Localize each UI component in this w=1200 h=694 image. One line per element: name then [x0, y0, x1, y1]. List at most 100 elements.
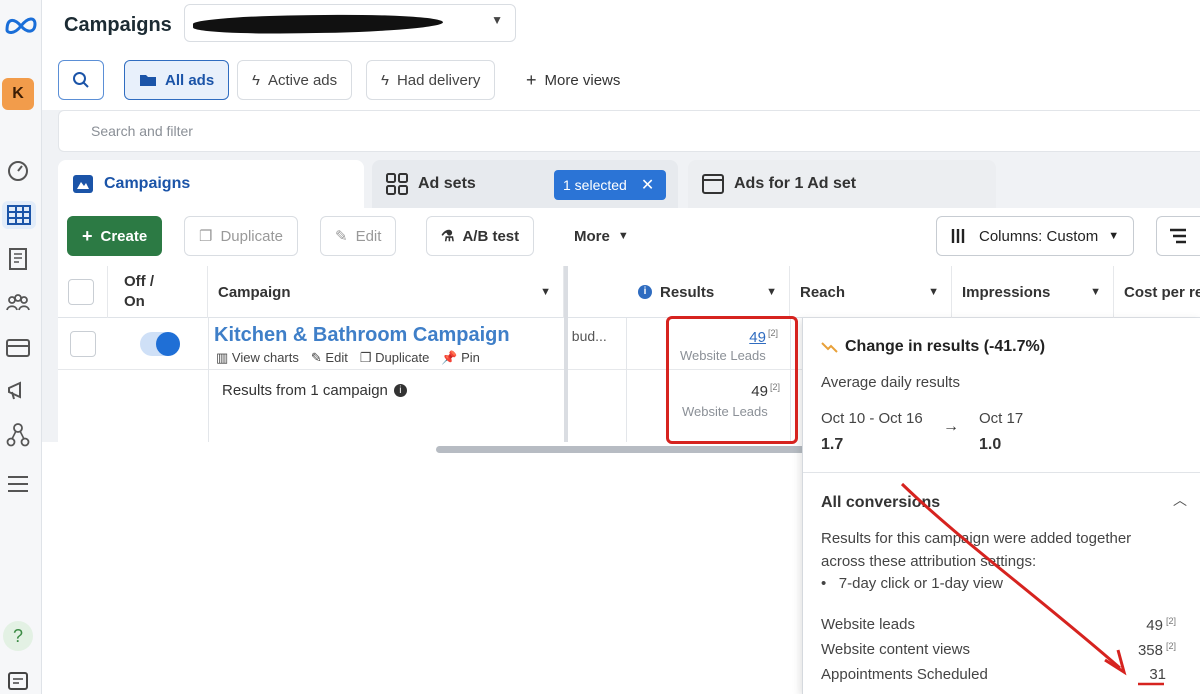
col-impressions-label: Impressions — [962, 283, 1051, 301]
audiences-icon[interactable] — [4, 289, 32, 317]
reports-icon[interactable] — [4, 245, 32, 273]
chevron-up-icon[interactable]: ︿ — [1173, 490, 1187, 510]
meta-logo-icon[interactable] — [4, 14, 38, 36]
edit-button[interactable]: ✎ Edit — [320, 216, 397, 256]
plus-icon: + — [526, 69, 537, 90]
campaign-flag-icon — [73, 175, 93, 193]
row-pin-label: Pin — [461, 350, 480, 365]
table-header-row: Off / On Campaign ▼ i Results ▼ Reach ▼ … — [58, 266, 1200, 318]
view-had-delivery-label: Had delivery — [396, 71, 481, 89]
conversion-note: [2] — [1165, 616, 1176, 626]
selection-chip[interactable]: 1 selected ✕ — [554, 170, 666, 200]
trend-down-icon — [821, 342, 838, 353]
flask-icon: ⚗ — [441, 228, 455, 245]
campaign-row-actions: ▥ View charts ✎ Edit ❐ Duplicate 📌 Pin — [216, 350, 480, 366]
duplicate-icon: ❐ — [359, 350, 372, 365]
duplicate-button[interactable]: ❐ Duplicate — [184, 216, 298, 256]
billing-card-icon[interactable] — [4, 334, 32, 362]
summary-label: Results from 1 campaign i — [222, 382, 407, 399]
selection-chip-label: 1 selected — [563, 177, 627, 193]
conversion-label: Website leads — [821, 616, 915, 633]
caret-down-icon: ▼ — [540, 286, 551, 298]
more-views-label: More views — [544, 71, 621, 89]
conversion-row: Appointments Scheduled 31 — [821, 666, 1176, 683]
row-edit-label: Edit — [325, 350, 348, 365]
ads-manager-table-icon[interactable] — [2, 201, 36, 229]
col-off-on-label: Off / On — [124, 273, 154, 310]
create-label: Create — [100, 227, 148, 245]
row-checkbox[interactable] — [70, 331, 96, 357]
view-had-delivery[interactable]: ϟ Had delivery — [366, 60, 496, 100]
plus-icon: + — [82, 225, 93, 246]
column-divider — [208, 318, 209, 442]
view-active-ads[interactable]: ϟ Active ads — [237, 60, 353, 100]
budget-fragment: t bud... — [564, 328, 607, 344]
account-avatar-icon[interactable]: K — [2, 78, 34, 110]
dashboard-gauge-icon[interactable] — [4, 156, 32, 184]
conversion-row: Website content views 358 [2] — [821, 641, 1176, 659]
row-pin-link[interactable]: 📌 Pin — [441, 350, 480, 366]
more-button[interactable]: More ▼ — [560, 216, 643, 256]
more-label: More — [574, 227, 610, 245]
row-duplicate-label: Duplicate — [375, 350, 430, 365]
conversion-number: 358 — [1137, 642, 1163, 659]
view-charts-link[interactable]: ▥ View charts — [216, 350, 299, 366]
menu-hamburger-icon[interactable] — [4, 470, 32, 498]
pencil-icon: ✎ — [310, 350, 322, 365]
caret-down-icon: ▼ — [928, 286, 939, 298]
events-manager-icon[interactable] — [4, 421, 32, 449]
caret-down-icon: ▼ — [617, 230, 629, 242]
col-results[interactable]: i Results ▼ — [568, 266, 790, 318]
from-period: Oct 10 - Oct 16 — [821, 410, 923, 427]
conversion-value: 49 [2] — [1146, 616, 1176, 634]
search-filter-bar[interactable]: Search and filter — [58, 110, 1200, 152]
tab-ad-sets-label: Ad sets — [418, 175, 476, 192]
col-reach[interactable]: Reach ▼ — [790, 266, 952, 318]
col-impressions[interactable]: Impressions ▼ — [952, 266, 1114, 318]
more-views-button[interactable]: + More views — [512, 60, 634, 100]
popover-divider — [803, 472, 1200, 473]
row-edit-link[interactable]: ✎ Edit — [311, 350, 348, 366]
tab-campaigns[interactable]: Campaigns — [58, 160, 364, 208]
ad-window-icon — [702, 174, 724, 194]
horizontal-scrollbar[interactable] — [436, 446, 806, 453]
arrow-right-icon: → — [943, 418, 959, 435]
caret-down-icon: ▼ — [1108, 230, 1120, 242]
view-active-ads-label: Active ads — [267, 71, 338, 89]
create-button[interactable]: + Create — [67, 216, 163, 256]
ad-account-selector[interactable]: ▼ — [184, 4, 516, 42]
campaign-toggle[interactable] — [140, 332, 180, 356]
chevron-down-icon: ▼ — [491, 13, 503, 27]
columns-label: Columns: Custom — [979, 227, 1099, 245]
redacted-account-name — [192, 12, 444, 36]
conversions-description-2: across these attribution settings: — [821, 553, 1037, 570]
breakdown-button[interactable] — [1156, 216, 1200, 256]
select-all-checkbox[interactable] — [68, 279, 94, 305]
notifications-icon[interactable] — [4, 667, 32, 694]
col-cost-per-result[interactable]: Cost per re — [1114, 266, 1200, 318]
megaphone-icon[interactable] — [4, 377, 32, 405]
caret-down-icon: ▼ — [766, 286, 777, 298]
info-icon[interactable]: i — [393, 384, 407, 397]
view-all-ads[interactable]: All ads — [124, 60, 230, 100]
col-campaign[interactable]: Campaign ▼ — [208, 266, 564, 318]
ab-test-button[interactable]: ⚗ A/B test — [426, 216, 535, 256]
conversion-label: Website content views — [821, 641, 970, 658]
columns-button[interactable]: Columns: Custom ▼ — [936, 216, 1135, 256]
conversions-title[interactable]: All conversions — [821, 494, 940, 512]
conversion-number: 31 — [1149, 666, 1166, 683]
search-button[interactable] — [58, 60, 104, 100]
col-off-on[interactable]: Off / On — [108, 266, 208, 318]
conversion-label: Appointments Scheduled — [821, 666, 988, 683]
row-duplicate-link[interactable]: ❐ Duplicate — [360, 350, 429, 366]
campaign-name-link[interactable]: Kitchen & Bathroom Campaign — [214, 324, 510, 347]
frozen-column-divider[interactable] — [564, 266, 568, 442]
bullet-icon: • — [821, 575, 827, 592]
toggle-knob — [156, 332, 180, 356]
close-icon[interactable]: ✕ — [641, 175, 654, 195]
help-icon[interactable]: ? — [3, 621, 33, 651]
conversion-row: Website leads 49 [2] — [821, 616, 1176, 634]
tab-ads[interactable]: Ads for 1 Ad set — [688, 160, 996, 208]
pin-icon: 📌 — [441, 350, 458, 365]
page-title: Campaigns — [64, 14, 172, 36]
